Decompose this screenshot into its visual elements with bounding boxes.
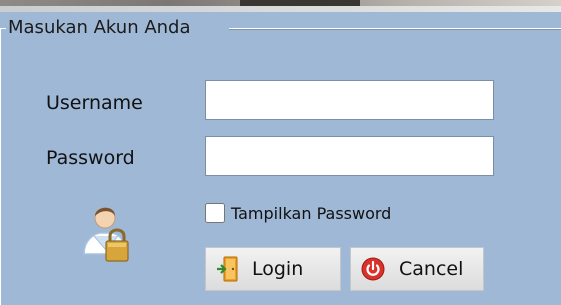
groupbox-border-top: [229, 28, 561, 29]
password-label: Password: [46, 147, 135, 169]
cancel-button[interactable]: Cancel: [350, 247, 484, 291]
groupbox-title: Masukan Akun Anda: [8, 17, 191, 38]
groupbox-border-left: [0, 28, 1, 305]
door-exit-icon: [216, 256, 238, 282]
show-password-label: Tampilkan Password: [231, 203, 392, 223]
show-password-checkbox[interactable]: [205, 203, 225, 223]
user-lock-icon: [76, 196, 132, 268]
login-button-label: Login: [252, 258, 304, 280]
username-input[interactable]: [205, 80, 494, 120]
password-input[interactable]: [205, 136, 494, 176]
power-icon: [361, 257, 385, 281]
username-label: Username: [46, 92, 143, 114]
cancel-button-label: Cancel: [399, 258, 464, 280]
login-button[interactable]: Login: [205, 247, 341, 291]
show-password-toggle[interactable]: Tampilkan Password: [205, 202, 391, 224]
